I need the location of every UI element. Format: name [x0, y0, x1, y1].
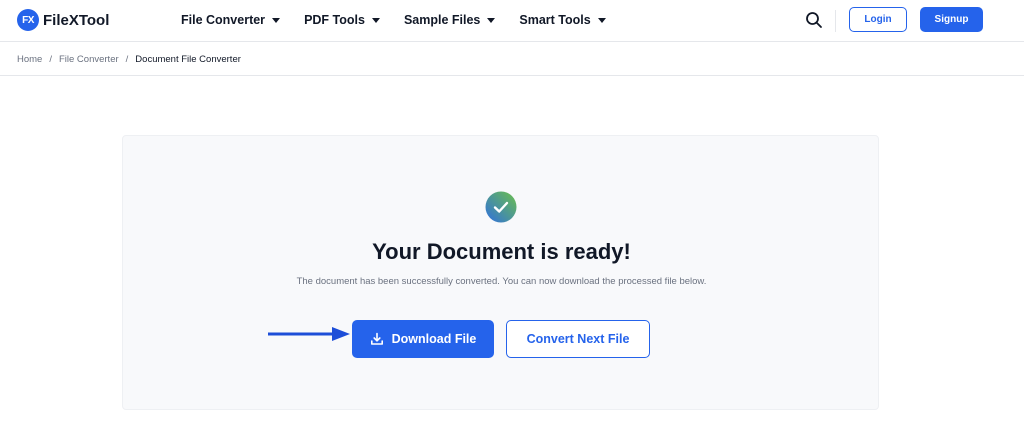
breadcrumb-current: Document File Converter [135, 53, 241, 65]
caret-down-icon [597, 17, 606, 23]
breadcrumb-home[interactable]: Home [17, 54, 42, 65]
header-divider [835, 10, 836, 32]
download-icon [370, 332, 383, 345]
result-description: The document has been successfully conve… [296, 276, 707, 287]
logo-text: FileXTool [43, 11, 110, 29]
convert-next-file-button[interactable]: Convert Next File [506, 320, 650, 358]
nav-item-pdf-tools[interactable]: PDF Tools [304, 13, 380, 27]
signup-button[interactable]: Signup [920, 7, 983, 32]
download-file-button[interactable]: Download File [352, 320, 494, 358]
nav-item-label: File Converter [181, 13, 266, 27]
result-card: Your Document is ready! The document has… [122, 135, 879, 410]
search-icon[interactable] [805, 11, 823, 29]
nav-item-label: PDF Tools [304, 13, 365, 27]
nav-item-label: Sample Files [403, 13, 481, 27]
caret-down-icon [371, 17, 380, 23]
nav-item-label: Smart Tools [519, 13, 591, 27]
breadcrumb-separator: / [49, 53, 52, 65]
breadcrumb-separator: / [125, 53, 129, 65]
logo-badge: FX [17, 9, 39, 31]
nav-item-file-converter[interactable]: File Converter [181, 13, 281, 27]
convert-next-file-label: Convert Next File [526, 332, 630, 346]
nav-item-smart-tools[interactable]: Smart Tools [519, 13, 606, 27]
download-file-label: Download File [391, 332, 477, 346]
breadcrumb: Home / File Converter / Document File Co… [0, 43, 1024, 76]
arrow-right-icon [268, 327, 350, 341]
site-header: FX FileXTool File Converter PDF Tools Sa… [0, 0, 1024, 42]
logo[interactable]: FX FileXTool [17, 8, 109, 32]
breadcrumb-file-converter[interactable]: File Converter [59, 54, 119, 65]
caret-down-icon [272, 17, 281, 23]
main-nav: File Converter PDF Tools Sample Files Sm… [181, 0, 630, 40]
login-button[interactable]: Login [849, 7, 907, 32]
result-title: Your Document is ready! [372, 239, 631, 264]
caret-down-icon [487, 17, 496, 23]
nav-item-sample-files[interactable]: Sample Files [403, 13, 496, 27]
check-circle-icon [485, 191, 517, 223]
